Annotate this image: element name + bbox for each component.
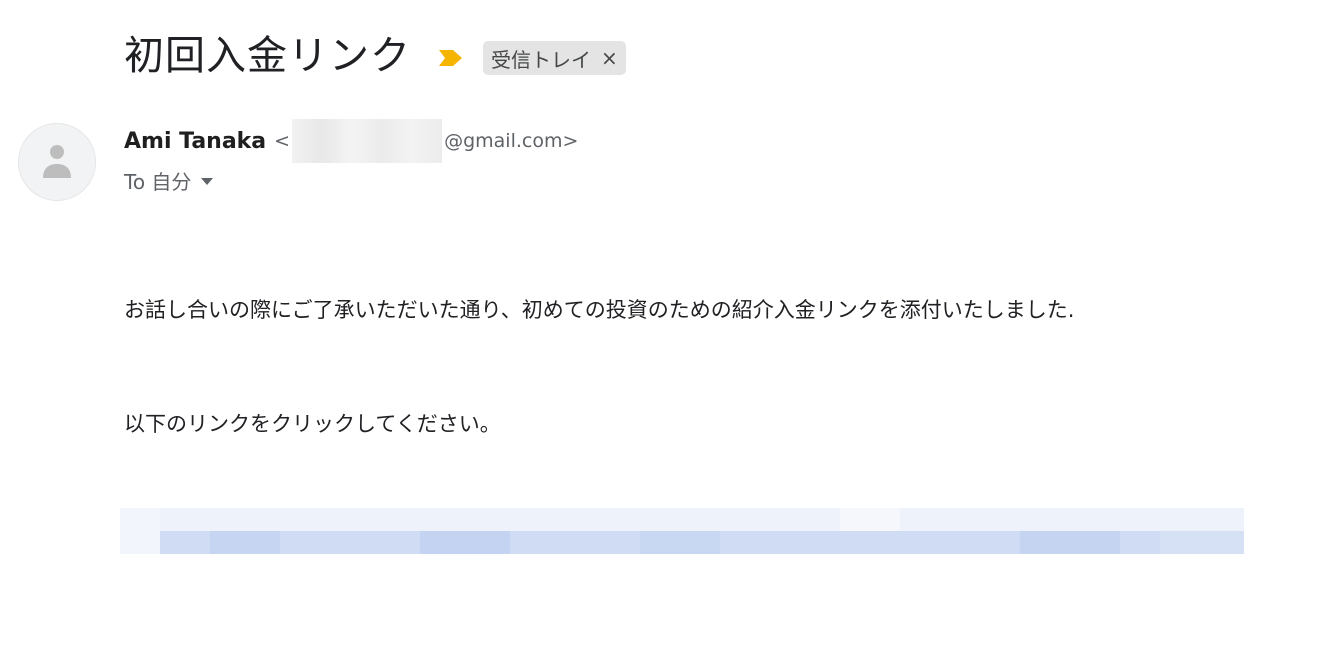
blur-segment (640, 531, 720, 554)
email-open-bracket: < (274, 130, 291, 152)
email-domain: @gmail.com> (444, 130, 579, 152)
subject-row: 初回入金リンク 受信トレイ × (124, 30, 626, 82)
sender-row: Ami Tanaka < @gmail.com> (124, 119, 578, 163)
body-paragraph-2: 以下のリンクをクリックしてください。 (124, 412, 501, 436)
label-text: 受信トレイ (491, 47, 591, 72)
sender-email: < @gmail.com> (274, 119, 578, 163)
blur-segment (120, 508, 160, 554)
blur-segment (1020, 531, 1120, 554)
blur-segment (1160, 531, 1244, 554)
recipient-text: To 自分 (124, 170, 192, 194)
redacted-email-block (292, 119, 443, 163)
caret-down-icon[interactable] (199, 176, 215, 186)
blur-segment (420, 531, 510, 554)
redacted-deposit-link[interactable] (120, 508, 1244, 554)
person-icon (43, 145, 71, 178)
blur-segment (840, 508, 900, 531)
body-paragraph-1: お話し合いの際にご了承いただいた通り、初めての投資のための紹介入金リンクを添付い… (124, 298, 1075, 322)
blur-segment (210, 531, 280, 554)
email-subject: 初回入金リンク (124, 33, 411, 79)
sender-name[interactable]: Ami Tanaka (124, 129, 266, 154)
remove-label-button[interactable]: × (601, 46, 618, 70)
sender-avatar (18, 123, 96, 201)
importance-marker-icon[interactable] (437, 47, 465, 69)
label-chip-inbox: 受信トレイ × (483, 41, 626, 75)
recipient-row: To 自分 (124, 166, 215, 195)
